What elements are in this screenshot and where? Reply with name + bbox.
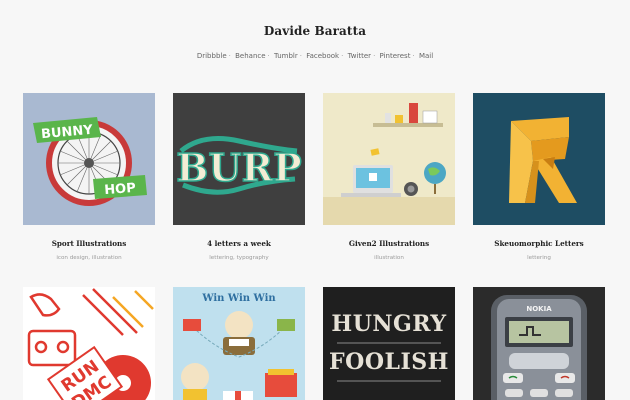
project-thumbnail[interactable]: RUN DMC: [23, 287, 155, 400]
hungry-foolish-lettering: HUNGRY FOOLISH: [323, 287, 455, 400]
project-title[interactable]: Skeuomorphic Letters: [473, 239, 605, 248]
project-title[interactable]: Given2 Illustrations: [323, 239, 455, 248]
project-card-given2-illustrations[interactable]: Given2 Illustrations illustration: [323, 93, 455, 261]
project-card-win-win-win[interactable]: Win Win Win: [173, 287, 305, 400]
project-card-nokia[interactable]: NOKIA: [473, 287, 605, 400]
nokia-art-text: NOKIA: [526, 305, 552, 313]
project-tags: lettering, typography: [209, 255, 269, 261]
project-tags: lettering: [527, 255, 551, 261]
project-card-skeuomorphic-letters[interactable]: Skeuomorphic Letters lettering: [473, 93, 605, 261]
project-card-run-dmc[interactable]: RUN DMC: [23, 287, 155, 400]
project-title[interactable]: 4 letters a week: [173, 239, 305, 248]
nokia-phone-illustration: NOKIA: [473, 287, 605, 400]
project-thumbnail[interactable]: [473, 93, 605, 225]
project-thumbnail[interactable]: [323, 93, 455, 225]
desk-illustration: [323, 93, 455, 225]
project-thumbnail[interactable]: HUNGRY FOOLISH: [323, 287, 455, 400]
paper-letter-illustration: [473, 93, 605, 225]
project-card-stay-hungry[interactable]: HUNGRY FOOLISH: [323, 287, 455, 400]
foolish-art-text: FOOLISH: [329, 349, 449, 375]
project-thumbnail[interactable]: BURP: [173, 93, 305, 225]
bunny-hop-illustration: BUNNY HOP: [23, 93, 155, 225]
win-win-win-illustration: Win Win Win: [173, 287, 305, 400]
project-card-sport-illustrations[interactable]: BUNNY HOP Sport Illustrations icon desig…: [23, 93, 155, 261]
project-grid: BUNNY HOP Sport Illustrations icon desig…: [0, 0, 630, 400]
project-thumbnail[interactable]: BUNNY HOP: [23, 93, 155, 225]
project-title[interactable]: Sport Illustrations: [23, 239, 155, 248]
project-tags: icon design, illustration: [56, 255, 122, 261]
burp-art-text: BURP: [176, 145, 301, 190]
project-thumbnail[interactable]: Win Win Win: [173, 287, 305, 400]
project-card-4-letters-a-week[interactable]: BURP 4 letters a week lettering, typogra…: [173, 93, 305, 261]
hop-art-text: HOP: [104, 181, 136, 198]
hungry-art-text: HUNGRY: [331, 311, 446, 337]
win-art-text: Win Win Win: [201, 293, 276, 304]
project-tags: illustration: [374, 255, 404, 261]
burp-lettering-illustration: BURP: [173, 93, 305, 225]
run-dmc-illustration: RUN DMC: [23, 287, 155, 400]
project-thumbnail[interactable]: NOKIA: [473, 287, 605, 400]
